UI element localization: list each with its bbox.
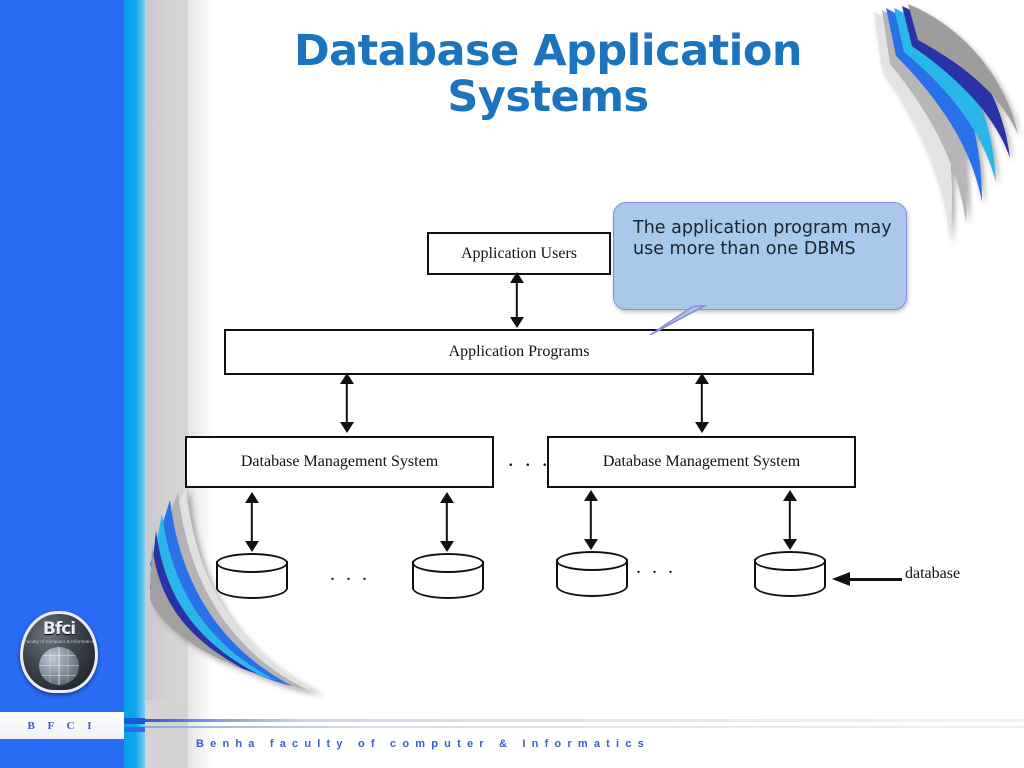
logo-subtitle: Faculty of Computer & Informatics [24, 639, 94, 644]
arrow-shaft [589, 497, 593, 543]
cylinder-top [556, 551, 628, 571]
arrow-shaft [445, 499, 449, 545]
ellipsis-between-dbms: . . . [508, 446, 551, 471]
node-application-users: Application Users [427, 232, 611, 275]
arrowhead-down [584, 539, 598, 550]
footer-gray-band [145, 700, 188, 768]
arrowhead-left [832, 572, 850, 586]
bfci-sidebar-label: B F C I [27, 719, 97, 732]
database-cylinder-1 [216, 553, 288, 605]
ellipsis-between-databases-right: . . . [636, 556, 676, 578]
database-annotation-arrow-icon [832, 572, 902, 586]
globe-icon [39, 647, 79, 685]
arrow-shaft [788, 497, 792, 543]
node-dbms-right-label: Database Management System [602, 453, 801, 470]
database-cylinder-2 [412, 553, 484, 605]
globe-parallel [39, 655, 79, 656]
footer-rule-primary [145, 719, 1024, 722]
globe-parallel [39, 675, 79, 676]
arrowhead-down [695, 422, 709, 433]
callout-text: The application program may use more tha… [633, 218, 892, 260]
arrowhead-down [340, 422, 354, 433]
node-application-programs: Application Programs [224, 329, 814, 375]
globe-meridian [58, 647, 60, 685]
bfci-accent-stub-bottom [124, 727, 145, 732]
arrow-dbms-left-to-database-2 [439, 492, 455, 552]
bfci-logo: Bfci Faculty of Computer & Informatics [20, 611, 98, 693]
logo-wordmark: Bfci [42, 619, 76, 639]
bfci-accent-stub-top [124, 718, 145, 724]
ellipsis-between-databases-left: . . . [330, 563, 370, 585]
arrow-dbms-left-to-database-1 [244, 492, 260, 552]
arrowhead-down [783, 539, 797, 550]
cylinder-top [216, 553, 288, 573]
node-application-users-label: Application Users [461, 244, 577, 262]
arrow-shaft [345, 380, 349, 426]
database-annotation-label: database [905, 565, 961, 582]
node-dbms-left: Database Management System [185, 436, 494, 488]
database-cylinder-3 [556, 551, 628, 603]
cylinder-top [754, 551, 826, 571]
arrowhead-down [245, 541, 259, 552]
arrow-dbms-right-to-database-3 [583, 490, 599, 550]
arrow-programs-to-dbms-right [694, 373, 710, 433]
arrow-users-to-programs [509, 272, 525, 328]
cylinder-top [412, 553, 484, 573]
arrow-shaft [848, 577, 902, 581]
arrow-shaft [700, 380, 704, 426]
arrow-shaft [250, 499, 254, 545]
arrow-programs-to-dbms-left [339, 373, 355, 433]
globe-parallel [39, 665, 79, 666]
callout-tail [649, 305, 707, 335]
slide-canvas: Database Application Systems Application… [0, 0, 1024, 768]
node-application-programs-label: Application Programs [448, 343, 590, 360]
footer-text: Benha faculty of computer & Informatics [196, 738, 650, 750]
node-dbms-left-label: Database Management System [240, 453, 439, 470]
diagram-container: Application Users Application Programs D… [0, 0, 1024, 768]
arrow-shaft [515, 279, 519, 321]
arrow-dbms-right-to-database-4 [782, 490, 798, 550]
footer-rule-secondary [145, 726, 1024, 728]
node-dbms-right: Database Management System [547, 436, 856, 488]
arrowhead-down [440, 541, 454, 552]
database-cylinder-4 [754, 551, 826, 603]
arrowhead-down [510, 317, 524, 328]
